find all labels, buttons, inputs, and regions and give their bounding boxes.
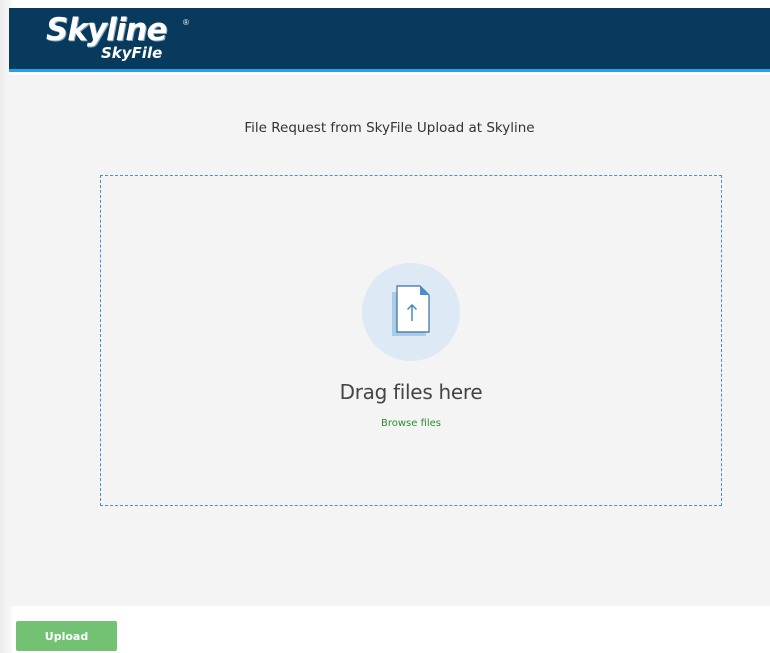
request-title: File Request from SkyFile Upload at Skyl… — [244, 120, 535, 136]
header-bar: Skyline ® SkyFile — [9, 8, 770, 72]
drag-files-text: Drag files here — [339, 380, 483, 404]
logo-registered-mark: ® — [183, 18, 189, 27]
page: Skyline ® SkyFile File Request from SkyF… — [0, 0, 770, 653]
browse-files-link[interactable]: Browse files — [101, 418, 721, 429]
logo-subtitle: SkyFile — [101, 44, 163, 62]
file-upload-icon — [362, 263, 460, 361]
upload-button[interactable]: Upload — [16, 621, 117, 651]
skyline-logo: Skyline ® SkyFile — [46, 12, 206, 68]
upload-panel: File Request from SkyFile Upload at Skyl… — [9, 75, 770, 606]
file-dropzone[interactable]: Drag files here Browse files — [100, 175, 722, 506]
logo-wordmark: Skyline — [46, 12, 167, 48]
